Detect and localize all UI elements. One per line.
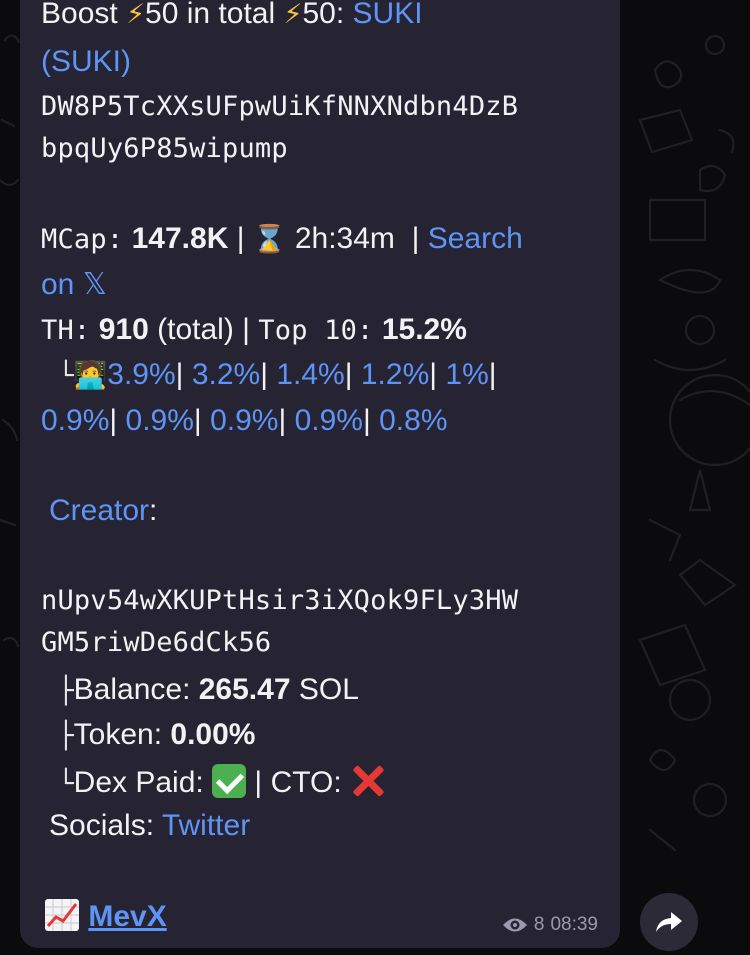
token-name-link[interactable]: SUKI (353, 0, 423, 30)
th-total: (total) (157, 313, 234, 346)
x-logo-icon[interactable]: 𝕏 (83, 267, 107, 302)
socials-label: Socials: (49, 809, 155, 842)
creator-address-line2[interactable]: GM5riwDe6dCk56 (41, 625, 271, 661)
top10-label: Top 10: (258, 315, 374, 346)
boost-total-label: in total (186, 0, 276, 30)
message-time: 08:39 (550, 914, 598, 935)
hourglass-icon: ⌛ (252, 224, 287, 255)
mcap-label: MCap: (41, 224, 124, 255)
holders-line: TH: 910 (total) | Top 10: 15.2% (41, 313, 467, 346)
dex-paid-label: Dex Paid: (73, 766, 204, 799)
balance-unit: SOL (298, 673, 359, 706)
holder-percent[interactable]: 0.9% (41, 404, 109, 437)
th-label: TH: (41, 315, 91, 346)
creator-line: Creator: (49, 494, 158, 527)
mevx-link[interactable]: MevX (88, 900, 166, 933)
mcap-line: MCap: 147.8K | ⌛ 2h:34m | Search (41, 222, 523, 255)
creator-link[interactable]: Creator (49, 494, 149, 527)
contract-address-line1[interactable]: DW8P5TcXXsUFpwUiKfNNXNdbn4DzB (41, 89, 518, 125)
holder-percent[interactable]: 0.8% (379, 404, 447, 437)
holder-percent[interactable]: 3.2% (192, 358, 260, 391)
search-on-x-line2[interactable]: on 𝕏 (41, 267, 107, 303)
holder-percent[interactable]: 1.2% (361, 358, 429, 391)
holder-percent[interactable]: 1% (445, 358, 488, 391)
balance-value: 265.47 (198, 673, 291, 706)
boost-line: Boost ⚡50 in total ⚡50: SUKI (41, 0, 423, 33)
holder-percent[interactable]: 0.9% (210, 404, 278, 437)
boost-total-value: 50: (302, 0, 345, 30)
search-on-x-link-part2[interactable]: on (41, 268, 74, 301)
token-value: 0.00% (170, 718, 256, 751)
check-mark-icon (212, 764, 247, 798)
creator-address-line1[interactable]: nUpv54wXKUPtHsir3iXQok9FLy3HW (41, 583, 518, 619)
boost-prefix: Boost (41, 0, 118, 30)
share-arrow-icon (656, 912, 682, 932)
message-meta: 8 08:39 (502, 914, 598, 936)
cross-mark-icon (350, 762, 386, 798)
lightning-icon: ⚡ (283, 0, 303, 30)
token-age: 2h:34m (294, 222, 395, 255)
mevx-line: MevX (44, 898, 167, 935)
token-label: Token: (73, 718, 163, 751)
balance-label: Balance: (73, 673, 191, 706)
holder-percent[interactable]: 0.9% (126, 404, 194, 437)
forward-button[interactable] (640, 893, 698, 951)
top10-value: 15.2% (381, 313, 467, 346)
dex-paid-line: └Dex Paid: | CTO: (58, 762, 386, 802)
top-holders-row2: 0.9%| 0.9%| 0.9%| 0.9%| 0.8% (41, 404, 448, 437)
eye-icon (502, 918, 527, 932)
th-value: 910 (98, 313, 149, 346)
developer-icon: 🧑‍💻 (73, 360, 108, 391)
lightning-icon: ⚡ (126, 0, 146, 30)
top-holders-row1: └🧑‍💻3.9%| 3.2%| 1.4%| 1.2%| 1%| (58, 358, 497, 391)
search-on-x-link[interactable]: Search (428, 222, 523, 255)
socials-line: Socials: Twitter (49, 808, 250, 844)
twitter-link[interactable]: Twitter (162, 809, 250, 842)
token-symbol-link[interactable]: (SUKI) (41, 44, 131, 80)
balance-line: ├Balance: 265.47 SOL (58, 673, 359, 706)
holder-percent[interactable]: 3.9% (107, 358, 175, 391)
view-count: 8 (533, 914, 545, 935)
cto-label: CTO: (270, 766, 342, 799)
chart-increasing-icon (45, 899, 79, 931)
mcap-value: 147.8K (131, 222, 229, 255)
holder-percent[interactable]: 1.4% (276, 358, 344, 391)
boost-value: 50 (145, 0, 179, 30)
token-line: ├Token: 0.00% (58, 718, 256, 751)
contract-address-line2[interactable]: bpqUy6P85wipump (41, 131, 288, 167)
holder-percent[interactable]: 0.9% (295, 404, 363, 437)
